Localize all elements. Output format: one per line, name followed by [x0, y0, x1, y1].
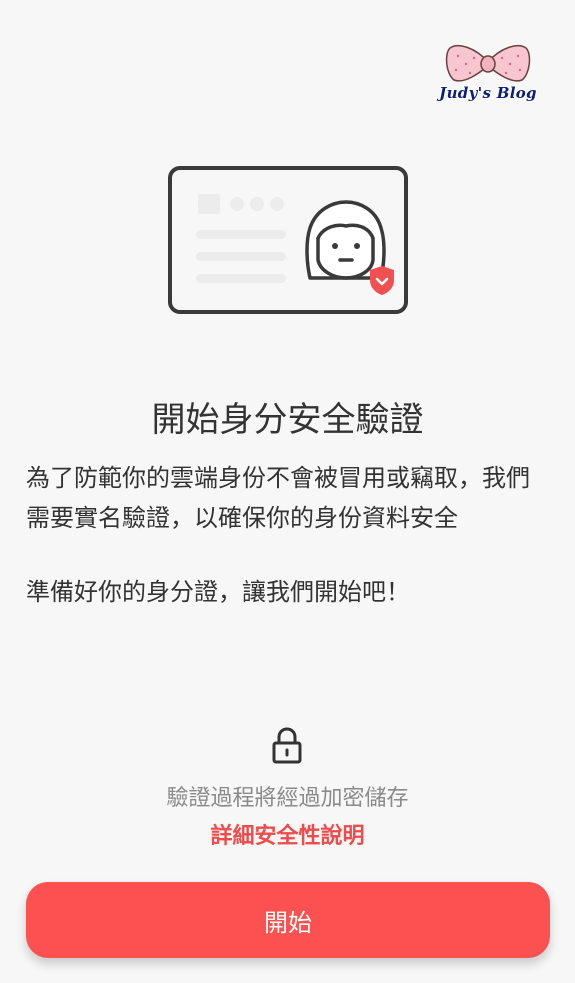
- security-details-link[interactable]: 詳細安全性說明: [0, 820, 575, 854]
- avatar: [305, 200, 386, 280]
- blog-watermark: Judy's Blog: [432, 40, 544, 112]
- bow-icon: [445, 44, 531, 82]
- start-button[interactable]: 開始: [26, 882, 550, 958]
- page-title: 開始身分安全驗證: [151, 400, 424, 440]
- prompt-text: 準備好你的身分證，讓我們開始吧！: [26, 578, 410, 606]
- encryption-note: 驗證過程將經過加密儲存: [166, 786, 409, 811]
- description-text: 為了防範你的雲端身份不會被冒用或竊取，我們需要實名驗證，以確保你的身份資料安全: [26, 464, 530, 532]
- shield-icon: [370, 266, 394, 295]
- id-card-icon: [168, 166, 408, 314]
- watermark-text: Judy's Blog: [439, 84, 537, 102]
- lock-icon: [272, 727, 302, 764]
